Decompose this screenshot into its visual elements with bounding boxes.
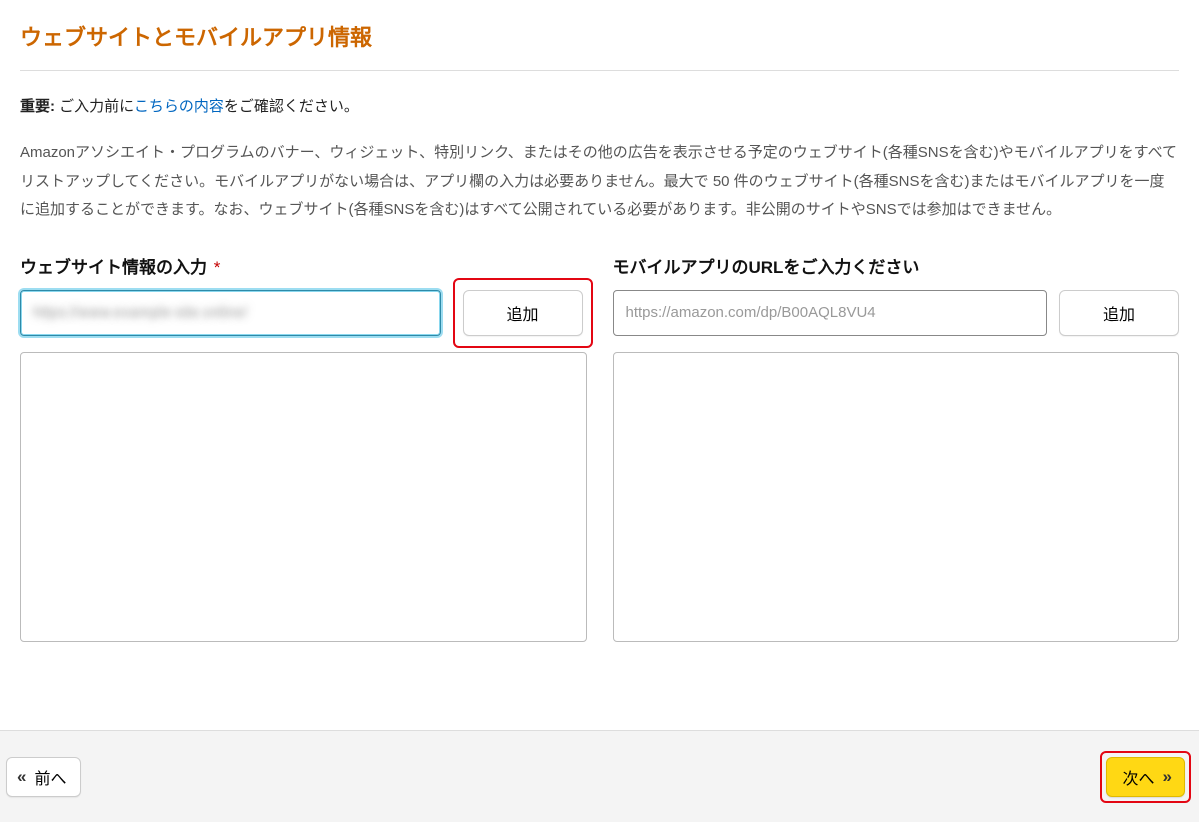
next-label: 次へ <box>1123 765 1155 789</box>
footer-bar: 前へ 次へ <box>0 730 1199 822</box>
website-list[interactable] <box>20 352 587 642</box>
website-column: ウェブサイト情報の入力 * https://www.example-site.o… <box>20 253 587 642</box>
description-text: Amazonアソシエイト・プログラムのバナー、ウィジェット、特別リンク、またはそ… <box>20 139 1179 225</box>
mobile-add-button[interactable]: 追加 <box>1059 290 1179 336</box>
chevron-right-icon <box>1163 767 1172 787</box>
add-button-highlight: 追加 <box>453 278 593 348</box>
mobile-url-input[interactable] <box>613 290 1048 336</box>
next-button[interactable]: 次へ <box>1106 757 1185 797</box>
prev-button[interactable]: 前へ <box>6 757 81 797</box>
next-button-highlight: 次へ <box>1100 751 1191 803</box>
chevron-left-icon <box>17 767 26 787</box>
website-add-button[interactable]: 追加 <box>463 290 583 336</box>
notice-line: 重要: ご入力前にこちらの内容をご確認ください。 <box>20 95 1179 119</box>
mobile-column: モバイルアプリのURLをご入力ください 追加 <box>613 253 1180 642</box>
required-mark: * <box>214 258 221 277</box>
website-label-text: ウェブサイト情報の入力 <box>20 258 207 277</box>
page-title: ウェブサイトとモバイルアプリ情報 <box>20 20 1179 71</box>
website-url-input[interactable]: https://www.example-site.online/ <box>20 290 441 336</box>
notice-prefix: 重要: <box>20 98 55 115</box>
notice-after-link: をご確認ください。 <box>224 98 359 115</box>
prev-label: 前へ <box>34 765 66 789</box>
website-label: ウェブサイト情報の入力 * <box>20 253 587 278</box>
mobile-label: モバイルアプリのURLをご入力ください <box>613 253 1180 278</box>
website-url-value: https://www.example-site.online/ <box>33 304 247 321</box>
notice-link[interactable]: こちらの内容 <box>134 98 224 115</box>
mobile-list[interactable] <box>613 352 1180 642</box>
notice-before-link: ご入力前に <box>55 98 134 115</box>
